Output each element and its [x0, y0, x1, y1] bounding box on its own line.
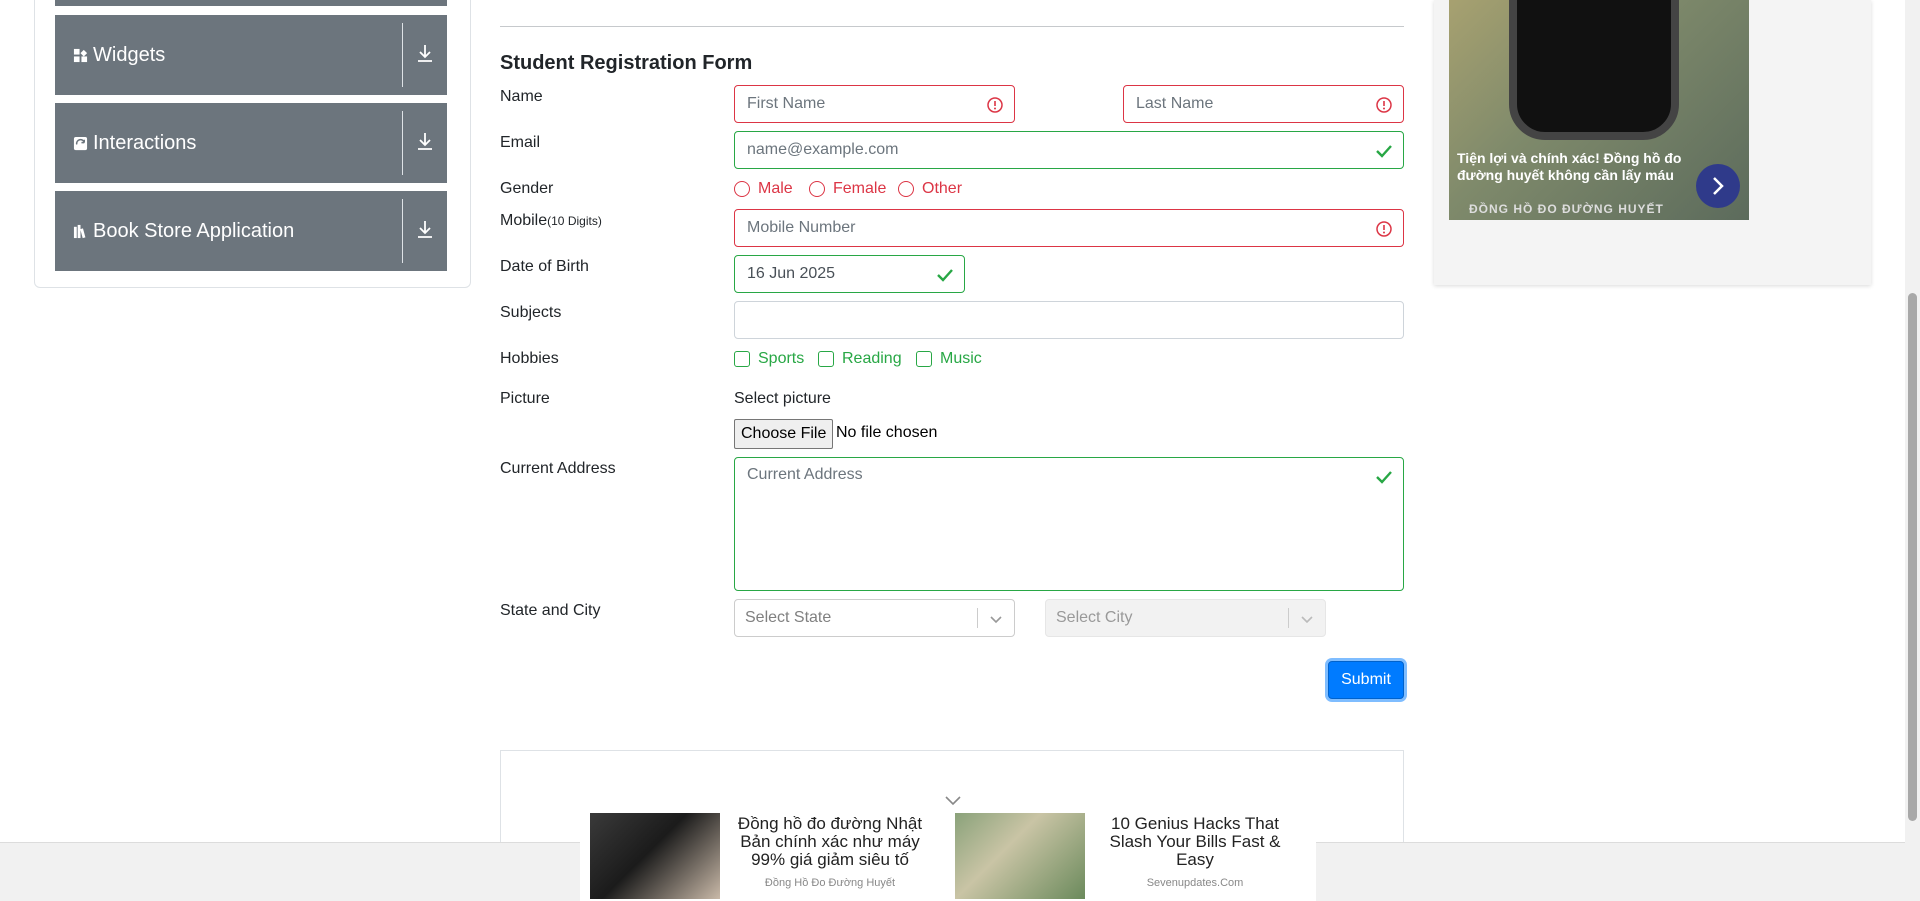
- gender-radio-female[interactable]: Female: [809, 180, 886, 198]
- email-placeholder: name@example.com: [747, 141, 899, 158]
- radio-circle[interactable]: [898, 181, 914, 197]
- subjects-label: Subjects: [500, 304, 562, 321]
- dob-label: Date of Birth: [500, 258, 589, 275]
- interactions-icon: [73, 136, 88, 150]
- first-name-placeholder: First Name: [747, 95, 826, 112]
- divider: [1288, 608, 1289, 628]
- check-icon: [937, 269, 953, 282]
- download-icon[interactable]: [411, 127, 439, 157]
- divider: [500, 26, 1404, 27]
- chevron-down-icon[interactable]: [944, 795, 962, 807]
- checkbox-label: Sports: [758, 350, 805, 367]
- error-icon: [1376, 221, 1392, 237]
- chevron-down-icon: [990, 616, 1002, 624]
- sidebar-group-widgets[interactable]: Widgets: [55, 15, 447, 95]
- mobile-input[interactable]: Mobile Number: [734, 209, 1404, 247]
- chevron-down-icon: [1301, 616, 1313, 624]
- sidebar-group-label: Widgets: [93, 43, 166, 66]
- radio-label: Female: [833, 180, 887, 197]
- state-city-label: State and City: [500, 602, 601, 619]
- ad-source: Sevenupdates.Com: [1146, 877, 1244, 889]
- sidebar-group-label: Book Store Application: [93, 219, 295, 242]
- radio-circle[interactable]: [809, 181, 825, 197]
- picture-label: Picture: [500, 390, 550, 407]
- gender-label: Gender: [500, 180, 554, 197]
- form-title: Student Registration Form: [500, 52, 753, 74]
- radio-label: Male: [758, 180, 793, 197]
- mobile-label: Mobile(10 Digits): [500, 212, 602, 230]
- sidebar-group-interactions[interactable]: Interactions: [55, 103, 447, 183]
- ad-brand: ĐỒNG HỒ ĐO ĐƯỜNG HUYẾT: [1469, 202, 1664, 216]
- chevron-right-icon: [1713, 177, 1724, 195]
- hobby-checkbox-music[interactable]: Music: [916, 350, 982, 368]
- last-name-placeholder: Last Name: [1136, 95, 1214, 112]
- city-placeholder: Select City: [1056, 609, 1133, 626]
- ad-next-button[interactable]: [1696, 164, 1740, 208]
- ad-headline[interactable]: Tiện lợi và chính xác! Đồng hồ đo đường …: [1457, 150, 1697, 184]
- ad-title[interactable]: Đồng hồ đo đường Nhật Bản chính xác như …: [730, 815, 930, 869]
- address-label: Current Address: [500, 460, 616, 477]
- sidebar-group-book-store[interactable]: Book Store Application: [55, 191, 447, 271]
- subjects-input[interactable]: [734, 301, 1404, 339]
- gender-radio-male[interactable]: Male: [734, 180, 793, 198]
- email-label: Email: [500, 134, 541, 151]
- watch-image: [1509, 0, 1679, 140]
- address-placeholder: Current Address: [747, 466, 863, 483]
- mobile-label-text: Mobile: [500, 212, 548, 229]
- hobby-checkbox-reading[interactable]: Reading: [818, 350, 902, 368]
- error-icon: [987, 97, 1003, 113]
- sidebar-group-label: Interactions: [93, 131, 197, 154]
- file-status: No file chosen: [836, 424, 938, 441]
- ad-title[interactable]: 10 Genius Hacks That Slash Your Bills Fa…: [1095, 815, 1295, 869]
- checkbox-box[interactable]: [734, 351, 750, 367]
- checkbox-label: Music: [940, 350, 982, 367]
- ad-source: Đồng Hồ Đo Đường Huyết: [764, 877, 896, 889]
- choose-file-button[interactable]: Choose File: [734, 419, 834, 449]
- scrollbar-thumb[interactable]: [1908, 293, 1917, 821]
- error-icon: [1376, 97, 1392, 113]
- divider: [402, 111, 403, 175]
- mobile-placeholder: Mobile Number: [747, 219, 856, 236]
- radio-circle[interactable]: [734, 181, 750, 197]
- name-label: Name: [500, 88, 543, 105]
- submit-button[interactable]: Submit: [1328, 661, 1404, 699]
- bookstore-icon: [73, 224, 86, 238]
- dob-value: 16 Jun 2025: [747, 265, 836, 282]
- divider: [977, 608, 978, 628]
- first-name-input[interactable]: First Name: [734, 85, 1015, 123]
- current-address-textarea[interactable]: Current Address: [734, 457, 1404, 591]
- state-select[interactable]: Select State: [734, 599, 1015, 637]
- divider: [402, 23, 403, 87]
- download-icon[interactable]: [411, 39, 439, 69]
- check-icon: [1376, 471, 1392, 484]
- checkbox-box[interactable]: [818, 351, 834, 367]
- hobbies-label: Hobbies: [500, 350, 559, 367]
- mobile-hint: (10 Digits): [547, 214, 602, 228]
- sidebar-group-partial[interactable]: [55, 0, 447, 6]
- download-icon[interactable]: [411, 215, 439, 245]
- radio-label: Other: [922, 180, 963, 197]
- email-input[interactable]: name@example.com: [734, 131, 1404, 169]
- gender-radio-other[interactable]: Other: [898, 180, 962, 198]
- ad-thumbnail-money[interactable]: [955, 813, 1085, 899]
- select-picture-label: Select picture: [734, 390, 831, 407]
- hobby-checkbox-sports[interactable]: Sports: [734, 350, 804, 368]
- dob-input[interactable]: 16 Jun 2025: [734, 255, 965, 293]
- state-placeholder: Select State: [745, 609, 832, 626]
- checkbox-label: Reading: [842, 350, 902, 367]
- checkbox-box[interactable]: [916, 351, 932, 367]
- check-icon: [1376, 145, 1392, 158]
- city-select[interactable]: Select City: [1045, 599, 1326, 637]
- ad-thumbnail-watch[interactable]: [590, 813, 720, 899]
- last-name-input[interactable]: Last Name: [1123, 85, 1404, 123]
- divider: [402, 199, 403, 263]
- widgets-icon: [73, 48, 88, 62]
